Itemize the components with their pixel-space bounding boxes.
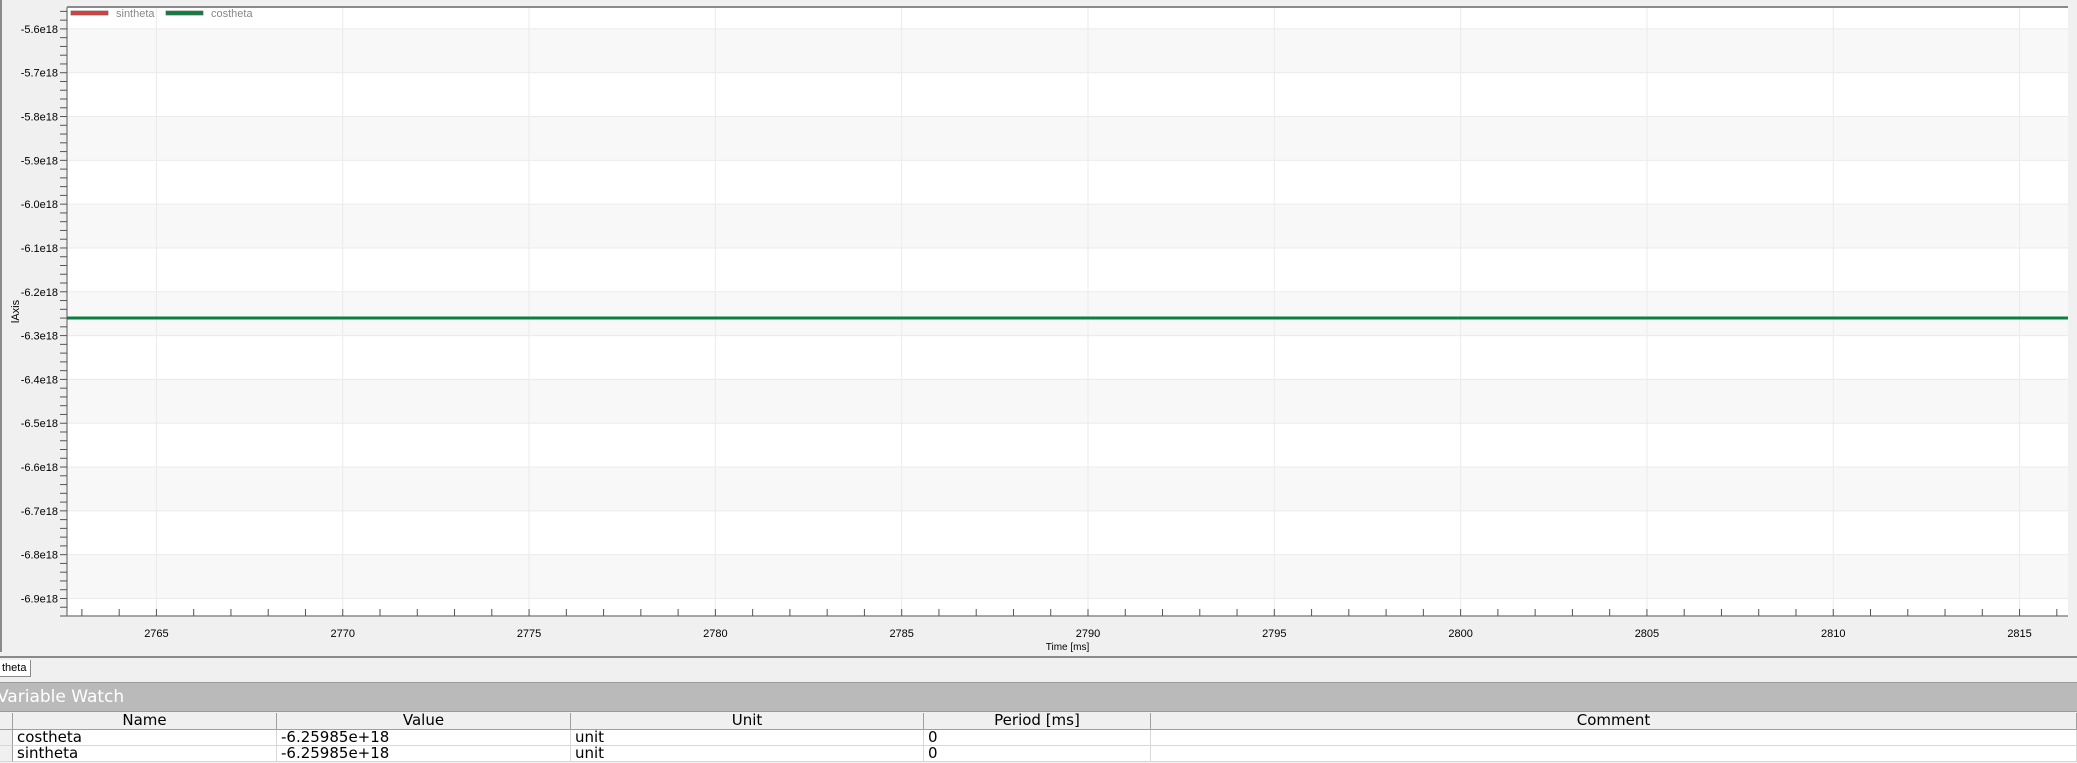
variable-watch-title: Variable Watch [0, 682, 2077, 712]
x-tick-label: 2785 [889, 628, 913, 640]
column-header-unit[interactable]: Unit [571, 713, 924, 730]
y-tick-label: -6.3e18 [21, 331, 58, 343]
tab-theta[interactable]: theta [0, 660, 31, 677]
table-row[interactable]: costheta -6.25985e+18 unit 0 [0, 730, 2077, 746]
grid-band [67, 291, 2068, 336]
y-tick-label: -6.4e18 [21, 374, 58, 386]
x-tick-label: 2780 [703, 628, 727, 640]
column-header-comment[interactable]: Comment [1151, 713, 2077, 730]
legend-label-costheta: costheta [211, 8, 253, 20]
y-tick-label: -5.7e18 [21, 68, 58, 80]
cell-value[interactable]: -6.25985e+18 [277, 730, 571, 746]
x-tick-label: 2805 [1635, 628, 1659, 640]
column-header-period[interactable]: Period [ms] [924, 713, 1151, 730]
cell-unit[interactable]: unit [571, 730, 924, 746]
cell-period[interactable]: 0 [924, 746, 1151, 762]
legend-label-sintheta: sintheta [116, 8, 155, 20]
cell-name[interactable]: costheta [13, 730, 277, 746]
line-chart[interactable]: -5.6e18 -5.7e18 -5.8e18 -5.9e18 -6.0e18 -6.1e… [2, 0, 2077, 652]
tab-bar: theta [0, 656, 2077, 680]
legend-swatch-costheta [165, 10, 204, 16]
x-tick-label: 2790 [1076, 628, 1100, 640]
grid-band [67, 467, 2068, 511]
y-tick-label: -6.7e18 [21, 506, 58, 518]
table-row[interactable]: sintheta -6.25985e+18 unit 0 [0, 746, 2077, 762]
y-tick-label: -5.6e18 [21, 24, 58, 36]
row-header-corner [0, 713, 13, 730]
y-tick-label: -5.9e18 [21, 155, 58, 167]
plot-frame: -5.6e18 -5.7e18 -5.8e18 -5.9e18 -6.0e18 -6.1e… [0, 0, 2077, 652]
y-axis-label: lAxis [10, 299, 22, 323]
cell-comment[interactable] [1151, 730, 2077, 746]
x-tick-label: 2795 [1262, 628, 1286, 640]
row-header[interactable] [0, 746, 13, 762]
x-tick-label: 2815 [2007, 628, 2031, 640]
y-tick-label: -6.8e18 [21, 550, 58, 562]
x-tick-label: 2765 [144, 628, 168, 640]
y-tick-label: -6.0e18 [21, 199, 58, 211]
cell-period[interactable]: 0 [924, 730, 1151, 746]
column-header-name[interactable]: Name [13, 713, 277, 730]
x-tick-label: 2770 [331, 628, 355, 640]
y-tick-label: -6.2e18 [21, 287, 58, 299]
grid-band [67, 554, 2068, 599]
x-tick-label: 2810 [1821, 628, 1845, 640]
x-tick-label: 2800 [1448, 628, 1472, 640]
y-tick-label: -5.8e18 [21, 112, 58, 124]
grid-band [67, 204, 2068, 248]
x-tick-label: 2775 [517, 628, 541, 640]
row-header[interactable] [0, 730, 13, 746]
grid-band [67, 379, 2068, 424]
y-tick-label: -6.9e18 [21, 593, 58, 605]
cell-unit[interactable]: unit [571, 746, 924, 762]
cell-name[interactable]: sintheta [13, 746, 277, 762]
cell-comment[interactable] [1151, 746, 2077, 762]
grid-band [67, 116, 2068, 161]
y-tick-label: -6.1e18 [21, 243, 58, 255]
legend-swatch-sintheta [70, 10, 109, 16]
x-axis-label: Time [ms] [1046, 642, 1090, 652]
y-tick-label: -6.5e18 [21, 418, 58, 430]
column-header-value[interactable]: Value [277, 713, 571, 730]
grid-band [67, 28, 2068, 73]
cell-value[interactable]: -6.25985e+18 [277, 746, 571, 762]
y-tick-label: -6.6e18 [21, 462, 58, 474]
table-header-row: Name Value Unit Period [ms] Comment [0, 713, 2077, 730]
